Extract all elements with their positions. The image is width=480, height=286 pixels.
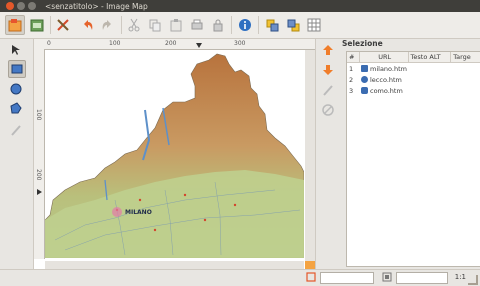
- horizontal-scrollbar[interactable]: [45, 261, 304, 269]
- rectangle-icon: [11, 64, 23, 74]
- arrow-up-icon: [323, 45, 333, 55]
- edit-area-button[interactable]: [319, 81, 337, 99]
- paste-button[interactable]: [166, 15, 186, 35]
- city-label: MILANO: [125, 209, 152, 216]
- lombardy-map-image: MILANO: [45, 53, 304, 258]
- grid-icon: [307, 18, 321, 32]
- title-bar: <senzatitolo> - Image Map: [0, 0, 480, 12]
- status-bar: 1:1: [0, 269, 480, 286]
- vertical-ruler: 100 200: [34, 49, 45, 259]
- window-title: <senzatitolo> - Image Map: [45, 1, 148, 11]
- pencil-icon: [11, 125, 21, 136]
- lock-icon: [213, 19, 223, 32]
- move-up-button[interactable]: [319, 41, 337, 59]
- resize-grip[interactable]: [468, 275, 478, 285]
- selection-panel: Selezione # URL Testo ALT Targe 1 milano…: [340, 39, 480, 269]
- ruler-label: 200: [165, 40, 177, 47]
- row-number: 2: [349, 75, 354, 84]
- maximize-window-button[interactable]: [28, 2, 36, 10]
- polygon-icon: [10, 102, 22, 114]
- paste-icon: [170, 19, 182, 32]
- column-header[interactable]: Testo ALT: [409, 52, 452, 62]
- pencil-icon: [323, 85, 333, 96]
- undo-button[interactable]: [77, 15, 97, 35]
- info-icon: [239, 19, 251, 31]
- column-header[interactable]: URL: [360, 52, 409, 62]
- ruler-label: 200: [35, 169, 42, 181]
- table-row[interactable]: 1 milano.htm: [347, 63, 480, 74]
- row-number: 1: [349, 64, 354, 73]
- row-url: lecco.htm: [370, 75, 402, 84]
- polygon-area-icon: [361, 87, 368, 94]
- row-url: milano.htm: [370, 64, 407, 73]
- send-back-icon: [287, 19, 300, 32]
- ruler-label: 100: [109, 40, 121, 47]
- copy-button[interactable]: [145, 15, 165, 35]
- rectangle-area-icon: [361, 65, 368, 72]
- table-header: # URL Testo ALT Targe: [347, 52, 480, 63]
- row-number: 3: [349, 86, 354, 95]
- coordinates-field: [320, 272, 374, 284]
- open-image-icon: [30, 19, 44, 32]
- table-row[interactable]: 3 como.htm: [347, 85, 480, 96]
- map-image[interactable]: MILANO: [45, 50, 304, 258]
- undo-icon: [84, 20, 93, 30]
- tools-icon: [57, 19, 69, 31]
- no-entry-icon: [322, 104, 334, 116]
- polygon-tool[interactable]: [7, 99, 25, 117]
- column-header[interactable]: #: [347, 52, 360, 62]
- print-icon: [191, 19, 203, 30]
- close-window-button[interactable]: [6, 2, 14, 10]
- circle-tool[interactable]: [7, 80, 25, 98]
- minimize-window-button[interactable]: [17, 2, 25, 10]
- redo-button[interactable]: [98, 15, 118, 35]
- zoom-level: 1:1: [454, 273, 466, 281]
- copy-icon: [149, 19, 161, 32]
- cut-icon: [128, 18, 140, 32]
- new-image-icon: [8, 19, 22, 32]
- areas-table: # URL Testo ALT Targe 1 milano.htm 2 lec…: [346, 51, 480, 267]
- ruler-marker-icon: [37, 189, 42, 195]
- drawing-tools: [0, 39, 34, 269]
- redo-icon: [102, 20, 111, 30]
- column-header[interactable]: Targe: [451, 52, 480, 62]
- tools-button[interactable]: [53, 15, 73, 35]
- cut-button[interactable]: [124, 15, 144, 35]
- ruler-label: 0: [47, 40, 51, 47]
- panel-title: Selezione: [342, 39, 383, 48]
- row-url: como.htm: [370, 86, 403, 95]
- new-image-button[interactable]: [5, 15, 25, 35]
- rectangle-tool[interactable]: [8, 60, 26, 78]
- image-canvas[interactable]: 0 100 200 300 100 200 MILANO: [34, 39, 315, 269]
- lock-button[interactable]: [208, 15, 228, 35]
- circle-area-icon: [361, 76, 368, 83]
- ruler-label: 100: [35, 109, 42, 121]
- print-button[interactable]: [187, 15, 207, 35]
- bring-front-button[interactable]: [262, 15, 282, 35]
- horizontal-ruler: 0 100 200 300: [34, 39, 315, 50]
- circle-icon: [10, 83, 22, 95]
- arrow-down-icon: [323, 65, 333, 75]
- grid-button[interactable]: [304, 15, 324, 35]
- scroll-corner: [305, 261, 315, 269]
- bring-front-icon: [266, 19, 279, 32]
- ruler-marker-icon: [196, 43, 202, 48]
- pointer-icon: [12, 45, 20, 55]
- send-back-button[interactable]: [283, 15, 303, 35]
- order-tools: [315, 39, 341, 269]
- delete-area-button[interactable]: [319, 101, 337, 119]
- freehand-tool[interactable]: [7, 121, 25, 139]
- move-down-button[interactable]: [319, 61, 337, 79]
- info-button[interactable]: [235, 15, 255, 35]
- select-area-icon: [306, 272, 316, 282]
- main-toolbar: [0, 12, 480, 39]
- size-icon: [382, 272, 392, 282]
- size-field: [396, 272, 448, 284]
- open-image-button[interactable]: [27, 15, 47, 35]
- vertical-scrollbar[interactable]: [305, 50, 315, 261]
- table-row[interactable]: 2 lecco.htm: [347, 74, 480, 85]
- pointer-tool[interactable]: [7, 41, 25, 59]
- ruler-label: 300: [234, 40, 246, 47]
